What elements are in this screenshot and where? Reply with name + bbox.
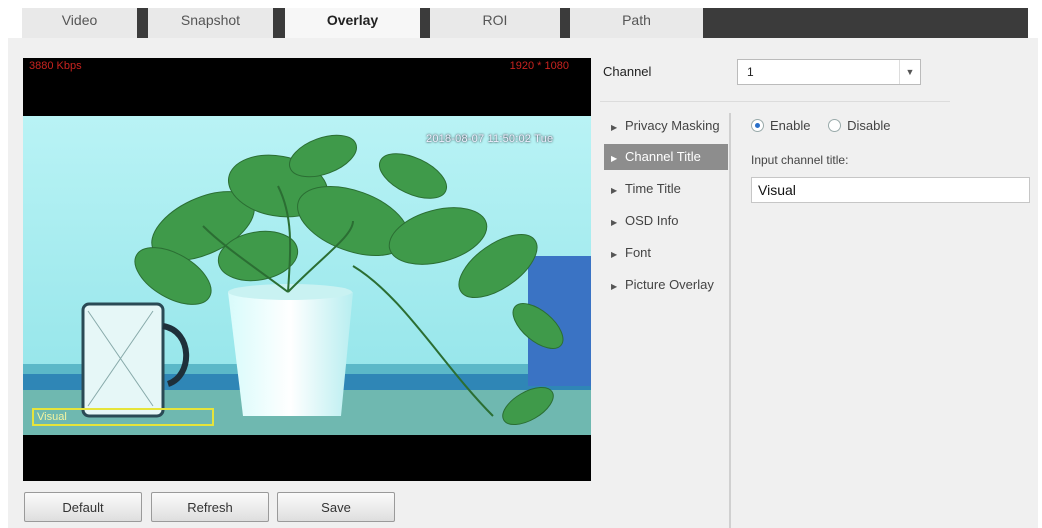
save-button[interactable]: Save [277, 492, 395, 522]
triangle-right-icon: ▶ [611, 218, 618, 227]
bitrate-readout: 3880 Kbps [29, 60, 82, 72]
menu-item-privacy-masking[interactable]: ▶ Privacy Masking [604, 113, 728, 139]
tab-overlay[interactable]: Overlay [285, 8, 420, 40]
tab-snapshot[interactable]: Snapshot [148, 8, 273, 38]
menu-item-osd-info[interactable]: ▶ OSD Info [604, 208, 728, 234]
tab-bar: Video Snapshot Overlay ROI Path [0, 0, 1042, 40]
osd-channel-title-box[interactable]: Visual [32, 408, 214, 426]
overlay-menu: ▶ Privacy Masking ▶ Channel Title ▶ Time Ti… [602, 113, 731, 528]
divider [600, 101, 950, 102]
triangle-right-icon: ▶ [611, 282, 618, 291]
tab-video[interactable]: Video [22, 8, 137, 38]
disable-radio-label[interactable]: Disable [847, 118, 890, 133]
refresh-button[interactable]: Refresh [151, 492, 269, 522]
triangle-right-icon: ▶ [611, 186, 618, 195]
camera-scene-image [23, 116, 591, 435]
tab-roi[interactable]: ROI [430, 8, 560, 38]
osd-time-overlay: 2018-08-07 11:50:02 Tue [426, 133, 554, 145]
triangle-right-icon: ▶ [611, 154, 618, 163]
enable-radio[interactable] [751, 119, 764, 133]
triangle-right-icon: ▶ [611, 250, 618, 259]
channel-title-input[interactable] [751, 177, 1030, 203]
video-preview: 3880 Kbps 1920 * 1080 2018-08-07 11:50:0… [23, 58, 591, 481]
channel-select[interactable]: 1 ▼ [737, 59, 921, 85]
tab-path[interactable]: Path [570, 8, 703, 38]
disable-radio[interactable] [828, 119, 842, 133]
default-button[interactable]: Default [24, 492, 142, 522]
channel-label: Channel [603, 64, 652, 79]
menu-item-time-title[interactable]: ▶ Time Title [604, 176, 728, 202]
channel-title-input-label: Input channel title: [751, 153, 849, 167]
menu-item-channel-title[interactable]: ▶ Channel Title [604, 144, 728, 170]
chevron-down-icon[interactable]: ▼ [899, 60, 920, 84]
resolution-readout: 1920 * 1080 [509, 60, 569, 72]
channel-select-value: 1 [747, 65, 754, 79]
enable-radio-label[interactable]: Enable [770, 118, 810, 133]
menu-item-picture-overlay[interactable]: ▶ Picture Overlay [604, 272, 728, 298]
triangle-right-icon: ▶ [611, 123, 618, 132]
enable-radio-group: Enable Disable [751, 117, 904, 133]
menu-item-font[interactable]: ▶ Font [604, 240, 728, 266]
osd-channel-title-text: Visual [37, 411, 67, 423]
